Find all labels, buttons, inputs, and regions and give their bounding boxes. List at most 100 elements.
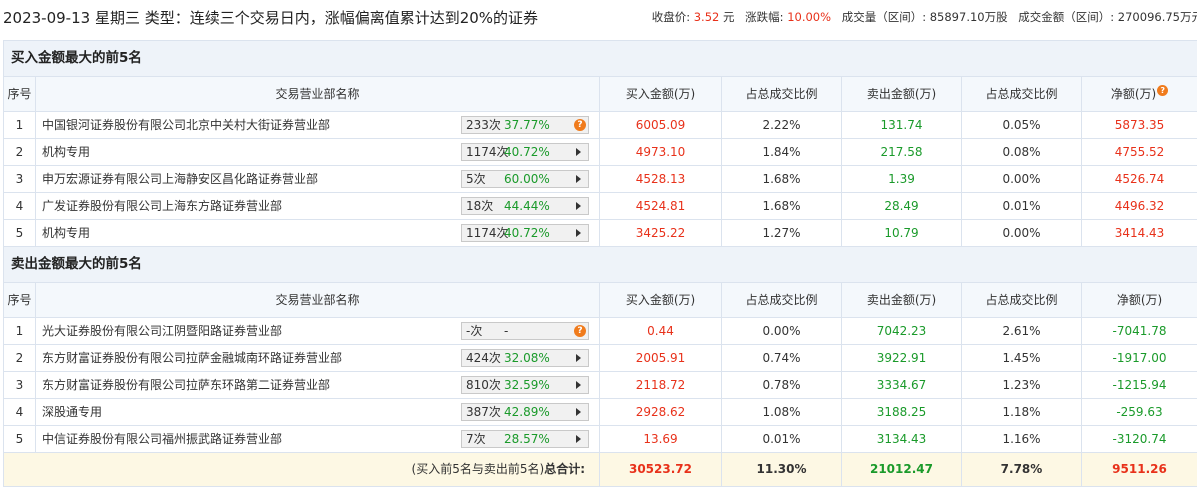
appear-count: 18次	[466, 199, 494, 213]
table-row: 3 东方财富证券股份有限公司拉萨东环路第二证券营业部 810次 32.59% 2…	[3, 371, 1197, 399]
appear-count: 233次	[466, 118, 501, 132]
dept-cell: 广发证券股份有限公司上海东方路证券营业部 18次 44.44%	[35, 192, 600, 220]
row-seq: 5	[3, 425, 36, 453]
net-amount: 3414.43	[1081, 219, 1197, 247]
question-icon[interactable]: ?	[574, 119, 586, 131]
sell-section-title: 卖出金额最大的前5名	[3, 246, 1197, 283]
play-arrow-icon[interactable]	[576, 202, 581, 210]
sell-ratio: 0.00%	[961, 219, 1082, 247]
history-badge[interactable]: 5次 60.00%	[461, 170, 589, 188]
play-arrow-icon[interactable]	[576, 148, 581, 156]
table-header-row: 序号 交易营业部名称 买入金额(万) 占总成交比例 卖出金额(万) 占总成交比例…	[3, 282, 1197, 318]
dept-cell: 中国银河证券股份有限公司北京中关村大街证券营业部 233次 37.77% ?	[35, 111, 600, 139]
buy-amount: 13.69	[599, 425, 722, 453]
buy-amount: 4528.13	[599, 165, 722, 193]
net-amount: -259.63	[1081, 398, 1197, 426]
dept-name-link[interactable]: 申万宏源证券有限公司上海静安区昌化路证券营业部	[42, 167, 318, 192]
history-badge[interactable]: -次 - ?	[461, 322, 589, 340]
sell-amount: 217.58	[841, 138, 962, 166]
question-icon[interactable]: ?	[574, 325, 586, 337]
win-rate: 60.00%	[504, 172, 550, 186]
table-row: 3 申万宏源证券有限公司上海静安区昌化路证券营业部 5次 60.00% 4528…	[3, 165, 1197, 193]
price-stats: 收盘价: 3.52 元 涨跌幅: 10.00% 成交量（区间）: 85897.1…	[652, 9, 1197, 25]
history-badge[interactable]: 810次 32.59%	[461, 376, 589, 394]
buy-amount: 4973.10	[599, 138, 722, 166]
play-arrow-icon[interactable]	[576, 381, 581, 389]
row-seq: 4	[3, 398, 36, 426]
sell-ratio: 1.23%	[961, 371, 1082, 399]
net-amount: 4755.52	[1081, 138, 1197, 166]
win-rate: 40.72%	[504, 145, 550, 159]
appear-count: 424次	[466, 351, 501, 365]
table-row: 4 广发证券股份有限公司上海东方路证券营业部 18次 44.44% 4524.8…	[3, 192, 1197, 220]
win-rate: 32.59%	[504, 378, 550, 392]
sell-amount: 10.79	[841, 219, 962, 247]
row-seq: 5	[3, 219, 36, 247]
dept-cell: 深股通专用 387次 42.89%	[35, 398, 600, 426]
net-amount: -1917.00	[1081, 344, 1197, 372]
play-arrow-icon[interactable]	[576, 229, 581, 237]
sell-ratio: 1.45%	[961, 344, 1082, 372]
history-badge[interactable]: 424次 32.08%	[461, 349, 589, 367]
dept-name-link[interactable]: 光大证券股份有限公司江阴暨阳路证券营业部	[42, 319, 282, 344]
buy-amount: 6005.09	[599, 111, 722, 139]
total-net: 9511.26	[1081, 452, 1197, 487]
play-arrow-icon[interactable]	[576, 435, 581, 443]
change-value: 10.00%	[787, 10, 832, 24]
dept-name-link[interactable]: 东方财富证券股份有限公司拉萨金融城南环路证券营业部	[42, 346, 342, 371]
dept-name-link[interactable]: 广发证券股份有限公司上海东方路证券营业部	[42, 194, 282, 219]
volume-label: 成交量（区间）:	[841, 10, 927, 24]
buy-amount: 3425.22	[599, 219, 722, 247]
appear-count: 1174次	[466, 226, 509, 240]
play-arrow-icon[interactable]	[576, 408, 581, 416]
play-arrow-icon[interactable]	[576, 354, 581, 362]
sell-ratio: 2.61%	[961, 317, 1082, 345]
table-row: 1 光大证券股份有限公司江阴暨阳路证券营业部 -次 - ? 0.44 0.00%…	[3, 317, 1197, 345]
appear-count: 810次	[466, 378, 501, 392]
sell-amount: 3188.25	[841, 398, 962, 426]
buy-ratio: 1.68%	[721, 165, 842, 193]
dept-name-link[interactable]: 东方财富证券股份有限公司拉萨东环路第二证券营业部	[42, 373, 330, 398]
dept-name-link[interactable]: 机构专用	[42, 221, 90, 246]
dept-name-link[interactable]: 深股通专用	[42, 400, 102, 425]
sell-amount: 1.39	[841, 165, 962, 193]
buy-ratio: 0.00%	[721, 317, 842, 345]
dept-cell: 机构专用 1174次 40.72%	[35, 138, 600, 166]
buy-ratio: 1.68%	[721, 192, 842, 220]
net-amount: 4526.74	[1081, 165, 1197, 193]
play-arrow-icon[interactable]	[576, 175, 581, 183]
history-badge[interactable]: 7次 28.57%	[461, 430, 589, 448]
win-rate: 42.89%	[504, 405, 550, 419]
history-badge[interactable]: 387次 42.89%	[461, 403, 589, 421]
sell-ratio: 1.16%	[961, 425, 1082, 453]
dept-name-link[interactable]: 中信证券股份有限公司福州振武路证券营业部	[42, 427, 282, 452]
sell-amount: 28.49	[841, 192, 962, 220]
appear-count: 1174次	[466, 145, 509, 159]
sell-amount: 3334.67	[841, 371, 962, 399]
buy-amount: 2005.91	[599, 344, 722, 372]
history-badge[interactable]: 1174次 40.72%	[461, 224, 589, 242]
appear-count: 387次	[466, 405, 501, 419]
col-buy-ratio: 占总成交比例	[721, 76, 842, 112]
history-badge[interactable]: 233次 37.77% ?	[461, 116, 589, 134]
sell-ratio: 1.18%	[961, 398, 1082, 426]
buy-amount: 2118.72	[599, 371, 722, 399]
change-label: 涨跌幅:	[745, 10, 784, 24]
dept-cell: 机构专用 1174次 40.72%	[35, 219, 600, 247]
col-net: 净额(万)?	[1081, 76, 1197, 112]
dept-name-link[interactable]: 机构专用	[42, 140, 90, 165]
col-buy: 买入金额(万)	[599, 282, 722, 318]
dept-name-link[interactable]: 中国银河证券股份有限公司北京中关村大街证券营业部	[42, 113, 330, 138]
history-badge[interactable]: 1174次 40.72%	[461, 143, 589, 161]
net-amount: -7041.78	[1081, 317, 1197, 345]
col-buy: 买入金额(万)	[599, 76, 722, 112]
table-row: 5 机构专用 1174次 40.72% 3425.22 1.27% 10.79 …	[3, 219, 1197, 247]
win-rate: 44.44%	[504, 199, 550, 213]
net-amount: -1215.94	[1081, 371, 1197, 399]
col-seq: 序号	[3, 76, 36, 112]
history-badge[interactable]: 18次 44.44%	[461, 197, 589, 215]
row-seq: 2	[3, 138, 36, 166]
col-sell-ratio: 占总成交比例	[961, 76, 1082, 112]
total-label-cell: (买入前5名与卖出前5名)总合计:	[3, 452, 600, 487]
net-help-icon[interactable]: ?	[1157, 85, 1169, 96]
